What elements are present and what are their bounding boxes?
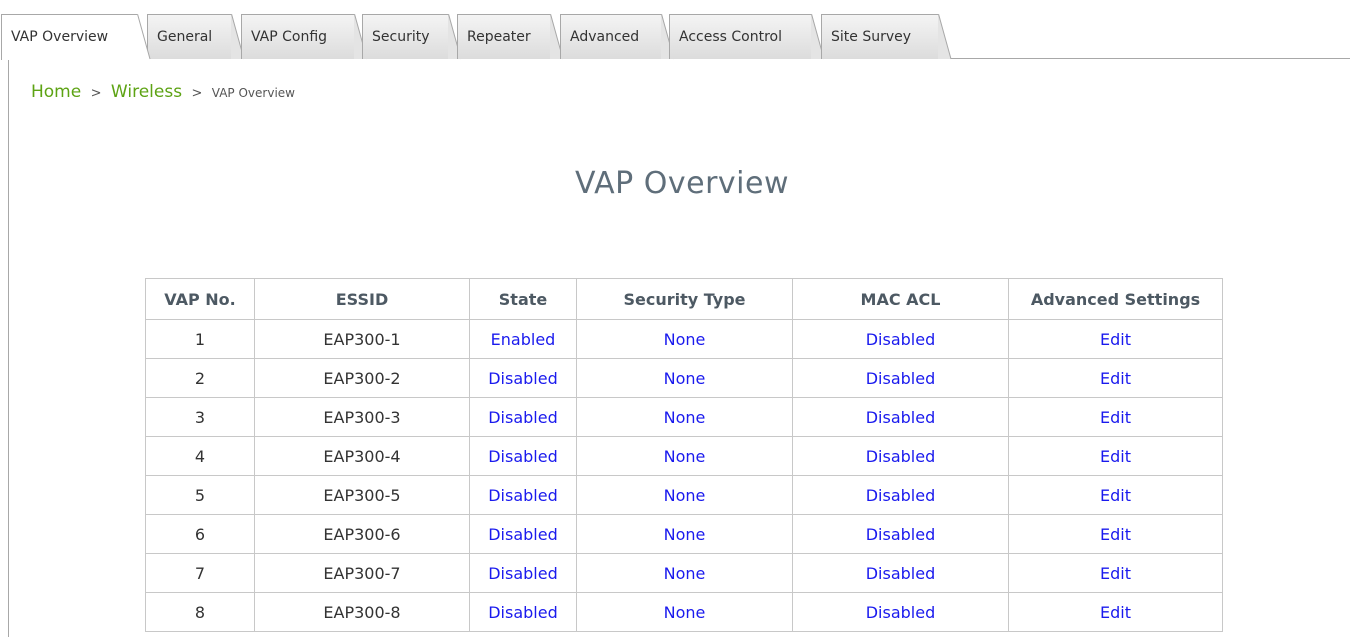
mac-acl-link[interactable]: Disabled bbox=[792, 397, 1009, 437]
breadcrumb-home-link[interactable]: Home bbox=[31, 82, 81, 102]
tab-general[interactable]: General bbox=[147, 14, 245, 60]
edit-link[interactable]: Edit bbox=[1008, 436, 1223, 476]
mac-acl-link[interactable]: Disabled bbox=[792, 475, 1009, 515]
state-link[interactable]: Disabled bbox=[469, 592, 577, 632]
security-type-link[interactable]: None bbox=[576, 475, 793, 515]
tab-label: VAP Config bbox=[251, 29, 328, 45]
cell-vap-no: 8 bbox=[145, 592, 255, 632]
table-row: 4 EAP300-4 Disabled None Disabled Edit bbox=[145, 436, 1223, 476]
tab-repeater[interactable]: Repeater bbox=[457, 14, 564, 60]
page-title: VAP Overview bbox=[575, 166, 789, 201]
cell-vap-no: 7 bbox=[145, 553, 255, 593]
tab-vap-config[interactable]: VAP Config bbox=[241, 14, 368, 60]
header-mac-acl: MAC ACL bbox=[792, 278, 1009, 320]
edit-link[interactable]: Edit bbox=[1008, 553, 1223, 593]
breadcrumb-wireless-link[interactable]: Wireless bbox=[111, 82, 182, 102]
cell-essid: EAP300-6 bbox=[254, 514, 470, 554]
cell-essid: EAP300-4 bbox=[254, 436, 470, 476]
tab-bar: VAP Overview General VAP Config Security… bbox=[0, 0, 1350, 60]
header-vap-no: VAP No. bbox=[145, 278, 255, 320]
header-security-type: Security Type bbox=[576, 278, 793, 320]
table-row: 8 EAP300-8 Disabled None Disabled Edit bbox=[145, 592, 1223, 632]
breadcrumb-separator: > bbox=[191, 86, 203, 101]
tab-advanced[interactable]: Advanced bbox=[560, 14, 675, 60]
state-link[interactable]: Disabled bbox=[469, 436, 577, 476]
page: VAP Overview General VAP Config Security… bbox=[0, 0, 1350, 637]
state-link[interactable]: Disabled bbox=[469, 397, 577, 437]
security-type-link[interactable]: None bbox=[576, 397, 793, 437]
edit-link[interactable]: Edit bbox=[1008, 397, 1223, 437]
header-advanced-settings: Advanced Settings bbox=[1008, 278, 1223, 320]
security-type-link[interactable]: None bbox=[576, 514, 793, 554]
security-type-link[interactable]: None bbox=[576, 553, 793, 593]
mac-acl-link[interactable]: Disabled bbox=[792, 358, 1009, 398]
tab-label: Security bbox=[372, 29, 430, 45]
mac-acl-link[interactable]: Disabled bbox=[792, 514, 1009, 554]
cell-vap-no: 4 bbox=[145, 436, 255, 476]
cell-vap-no: 3 bbox=[145, 397, 255, 437]
content-frame-border bbox=[8, 58, 9, 637]
table-row: 3 EAP300-3 Disabled None Disabled Edit bbox=[145, 397, 1223, 437]
table-row: 5 EAP300-5 Disabled None Disabled Edit bbox=[145, 475, 1223, 515]
mac-acl-link[interactable]: Disabled bbox=[792, 553, 1009, 593]
tab-label: Site Survey bbox=[831, 29, 912, 45]
table-row: 1 EAP300-1 Enabled None Disabled Edit bbox=[145, 319, 1223, 359]
table-row: 6 EAP300-6 Disabled None Disabled Edit bbox=[145, 514, 1223, 554]
tab-vap-overview[interactable]: VAP Overview bbox=[1, 14, 151, 60]
mac-acl-link[interactable]: Disabled bbox=[792, 319, 1009, 359]
cell-vap-no: 2 bbox=[145, 358, 255, 398]
mac-acl-link[interactable]: Disabled bbox=[792, 592, 1009, 632]
cell-essid: EAP300-2 bbox=[254, 358, 470, 398]
tab-security[interactable]: Security bbox=[362, 14, 462, 60]
tab-label: General bbox=[157, 29, 213, 45]
cell-vap-no: 1 bbox=[145, 319, 255, 359]
cell-essid: EAP300-3 bbox=[254, 397, 470, 437]
cell-essid: EAP300-8 bbox=[254, 592, 470, 632]
table-row: 2 EAP300-2 Disabled None Disabled Edit bbox=[145, 358, 1223, 398]
edit-link[interactable]: Edit bbox=[1008, 592, 1223, 632]
security-type-link[interactable]: None bbox=[576, 592, 793, 632]
mac-acl-link[interactable]: Disabled bbox=[792, 436, 1009, 476]
tab-access-control[interactable]: Access Control bbox=[669, 14, 825, 60]
edit-link[interactable]: Edit bbox=[1008, 319, 1223, 359]
security-type-link[interactable]: None bbox=[576, 319, 793, 359]
tab-label: Access Control bbox=[679, 29, 782, 45]
header-state: State bbox=[469, 278, 577, 320]
security-type-link[interactable]: None bbox=[576, 436, 793, 476]
cell-essid: EAP300-5 bbox=[254, 475, 470, 515]
state-link[interactable]: Enabled bbox=[469, 319, 577, 359]
tab-label: Advanced bbox=[570, 29, 640, 45]
cell-essid: EAP300-1 bbox=[254, 319, 470, 359]
state-link[interactable]: Disabled bbox=[469, 553, 577, 593]
tab-site-survey[interactable]: Site Survey bbox=[821, 14, 952, 60]
tab-label: Repeater bbox=[467, 29, 531, 45]
tab-label: VAP Overview bbox=[11, 29, 109, 45]
security-type-link[interactable]: None bbox=[576, 358, 793, 398]
edit-link[interactable]: Edit bbox=[1008, 514, 1223, 554]
state-link[interactable]: Disabled bbox=[469, 358, 577, 398]
state-link[interactable]: Disabled bbox=[469, 514, 577, 554]
table-header-row: VAP No. ESSID State Security Type MAC AC… bbox=[145, 278, 1223, 320]
cell-vap-no: 6 bbox=[145, 514, 255, 554]
state-link[interactable]: Disabled bbox=[469, 475, 577, 515]
cell-vap-no: 5 bbox=[145, 475, 255, 515]
edit-link[interactable]: Edit bbox=[1008, 475, 1223, 515]
header-essid: ESSID bbox=[254, 278, 470, 320]
edit-link[interactable]: Edit bbox=[1008, 358, 1223, 398]
table-row: 7 EAP300-7 Disabled None Disabled Edit bbox=[145, 553, 1223, 593]
breadcrumb-separator: > bbox=[90, 86, 102, 101]
cell-essid: EAP300-7 bbox=[254, 553, 470, 593]
breadcrumb: Home > Wireless > VAP Overview bbox=[31, 82, 295, 102]
vap-overview-table: VAP No. ESSID State Security Type MAC AC… bbox=[145, 278, 1223, 632]
breadcrumb-current: VAP Overview bbox=[211, 86, 295, 100]
